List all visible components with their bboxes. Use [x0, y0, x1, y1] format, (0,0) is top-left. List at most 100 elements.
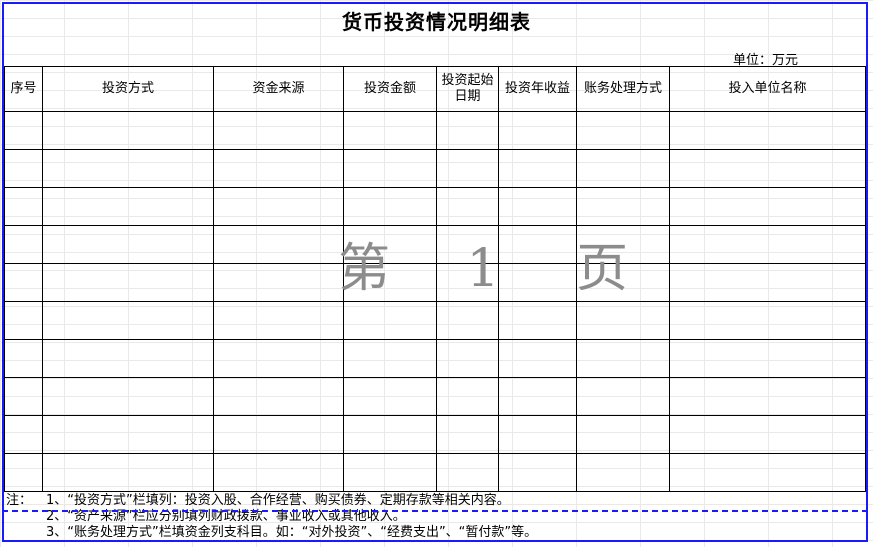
table-cell[interactable] [436, 149, 499, 188]
table-header-row: 序号 投资方式 资金来源 投资金额 投资起始 日期 投资年收益 账务处理方式 投… [4, 66, 866, 112]
table-cell[interactable] [576, 339, 670, 378]
table-cell[interactable] [436, 339, 499, 378]
table-cell[interactable] [42, 453, 214, 492]
table-cell[interactable] [343, 339, 437, 378]
notes-section: 注： 1、“投资方式”栏填列：投资入股、合作经营、购买债券、定期存款等相关内容。… [6, 493, 866, 541]
table-cell[interactable] [4, 339, 43, 378]
table-cell[interactable] [436, 301, 499, 340]
table-cell[interactable] [498, 339, 577, 378]
table-cell[interactable] [669, 415, 866, 454]
table-row [4, 187, 866, 226]
table-cell[interactable] [343, 377, 437, 416]
page-break-line [2, 510, 868, 512]
table-cell[interactable] [343, 415, 437, 454]
table-cell[interactable] [42, 111, 214, 150]
table-cell[interactable] [576, 377, 670, 416]
table-cell[interactable] [42, 263, 214, 302]
table-cell[interactable] [669, 225, 866, 264]
table-cell[interactable] [343, 301, 437, 340]
note-item: 注： 1、“投资方式”栏填列：投资入股、合作经营、购买债券、定期存款等相关内容。 [6, 493, 866, 509]
table-cell[interactable] [576, 301, 670, 340]
table-cell[interactable] [42, 149, 214, 188]
table-cell[interactable] [576, 453, 670, 492]
table-cell[interactable] [576, 225, 670, 264]
table-row [4, 263, 866, 302]
header-start-date[interactable]: 投资起始 日期 [436, 66, 499, 112]
table-cell[interactable] [42, 339, 214, 378]
table-cell[interactable] [4, 187, 43, 226]
table-cell[interactable] [4, 149, 43, 188]
table-cell[interactable] [436, 453, 499, 492]
table-cell[interactable] [343, 187, 437, 226]
note-text-1: 1、“投资方式”栏填列：投资入股、合作经营、购买债券、定期存款等相关内容。 [46, 493, 510, 508]
table-cell[interactable] [576, 263, 670, 302]
table-cell[interactable] [436, 377, 499, 416]
table-cell[interactable] [213, 111, 344, 150]
header-investment-method[interactable]: 投资方式 [42, 66, 214, 112]
table-cell[interactable] [4, 111, 43, 150]
table-cell[interactable] [498, 263, 577, 302]
header-fund-source[interactable]: 资金来源 [213, 66, 344, 112]
table-cell[interactable] [576, 415, 670, 454]
table-cell[interactable] [436, 187, 499, 226]
table-cell[interactable] [669, 453, 866, 492]
table-cell[interactable] [669, 263, 866, 302]
table-cell[interactable] [213, 415, 344, 454]
table-cell[interactable] [343, 149, 437, 188]
table-cell[interactable] [343, 263, 437, 302]
table-cell[interactable] [498, 111, 577, 150]
table-cell[interactable] [213, 339, 344, 378]
header-investment-amount[interactable]: 投资金额 [343, 66, 437, 112]
header-accounting-method[interactable]: 账务处理方式 [576, 66, 670, 112]
table-cell[interactable] [669, 339, 866, 378]
table-cell[interactable] [42, 301, 214, 340]
table-cell[interactable] [213, 453, 344, 492]
table-cell[interactable] [4, 377, 43, 416]
table-cell[interactable] [42, 225, 214, 264]
table-cell[interactable] [576, 111, 670, 150]
table-cell[interactable] [4, 225, 43, 264]
table-cell[interactable] [213, 263, 344, 302]
header-investee-name[interactable]: 投入单位名称 [669, 66, 866, 112]
table-cell[interactable] [213, 377, 344, 416]
table-cell[interactable] [669, 301, 866, 340]
table-cell[interactable] [42, 377, 214, 416]
table-cell[interactable] [4, 301, 43, 340]
table-cell[interactable] [576, 149, 670, 188]
table-cell[interactable] [498, 377, 577, 416]
header-annual-yield[interactable]: 投资年收益 [498, 66, 577, 112]
table-cell[interactable] [436, 111, 499, 150]
table-cell[interactable] [669, 149, 866, 188]
table-cell[interactable] [343, 111, 437, 150]
table-cell[interactable] [213, 187, 344, 226]
table-cell[interactable] [498, 301, 577, 340]
table-cell[interactable] [42, 187, 214, 226]
table-cell[interactable] [436, 415, 499, 454]
table-cell[interactable] [669, 377, 866, 416]
table-row [4, 339, 866, 378]
table-cell[interactable] [343, 225, 437, 264]
table-cell[interactable] [42, 415, 214, 454]
header-index[interactable]: 序号 [4, 66, 43, 112]
header-start-date-line1: 投资起始 [441, 73, 494, 88]
table-cell[interactable] [498, 187, 577, 226]
table-row [4, 415, 866, 454]
table-cell[interactable] [498, 415, 577, 454]
table-cell[interactable] [498, 149, 577, 188]
table-cell[interactable] [343, 453, 437, 492]
table-cell[interactable] [576, 187, 670, 226]
note-text-3: 3、“账务处理方式”栏填资金列支科目。如：“对外投资”、“经费支出”、“暂付款”… [46, 525, 538, 540]
table-cell[interactable] [213, 301, 344, 340]
table-cell[interactable] [669, 187, 866, 226]
table-cell[interactable] [498, 453, 577, 492]
table-cell[interactable] [4, 453, 43, 492]
table-cell[interactable] [4, 415, 43, 454]
table-cell[interactable] [436, 225, 499, 264]
table-cell[interactable] [4, 263, 43, 302]
table-cell[interactable] [436, 263, 499, 302]
table-cell[interactable] [213, 225, 344, 264]
table-cell[interactable] [669, 111, 866, 150]
table-row [4, 453, 866, 492]
table-cell[interactable] [498, 225, 577, 264]
table-cell[interactable] [213, 149, 344, 188]
